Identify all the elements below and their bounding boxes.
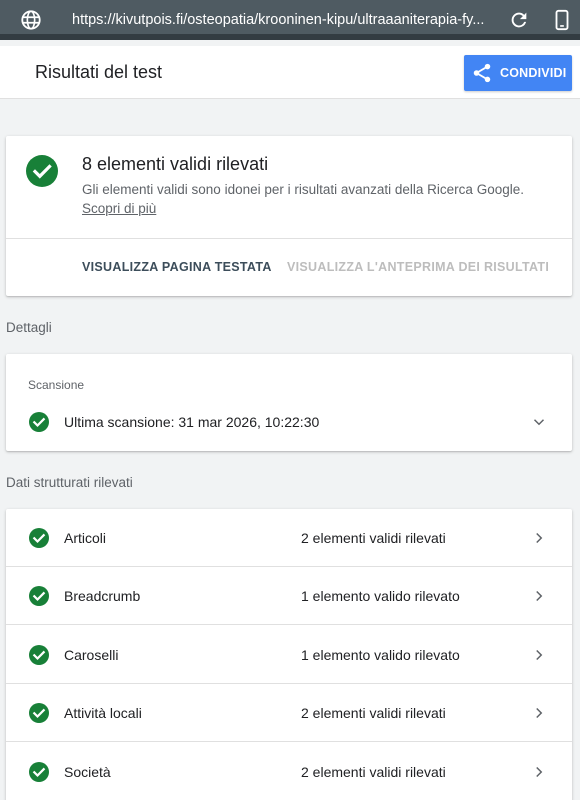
share-button-label: CONDIVIDI [500, 66, 567, 80]
list-item-articoli[interactable]: Articoli 2 elementi validi rilevati [6, 509, 572, 567]
list-item-societa[interactable]: Società 2 elementi validi rilevati [6, 743, 572, 800]
summary-card: 8 elementi validi rilevati Gli elementi … [6, 136, 572, 296]
preview-results-button[interactable]: VISUALIZZA L'ANTEPRIMA DEI RISULTATI [287, 260, 549, 274]
check-circle-icon [29, 528, 49, 548]
list-item-caroselli[interactable]: Caroselli 1 elemento valido rilevato [6, 626, 572, 684]
item-count: 2 elementi validi rilevati [301, 764, 446, 780]
list-item-breadcrumb[interactable]: Breadcrumb 1 elemento valido rilevato [6, 567, 572, 625]
chevron-right-icon [536, 532, 543, 544]
summary-description: Gli elementi validi sono idonei per i ri… [82, 182, 524, 197]
reload-icon[interactable] [508, 9, 530, 31]
check-circle-icon [29, 412, 49, 432]
item-name: Articoli [64, 530, 107, 546]
chevron-right-icon [536, 766, 543, 778]
check-circle-icon [26, 155, 58, 187]
chevron-right-icon [536, 707, 543, 719]
view-tested-page-button[interactable]: VISUALIZZA PAGINA TESTATA [82, 260, 272, 274]
chevron-right-icon [536, 590, 543, 602]
check-circle-icon [29, 762, 49, 782]
check-circle-icon [29, 586, 49, 606]
divider [6, 238, 572, 239]
app-header: Risultati del test CONDIVIDI [0, 46, 580, 99]
toolbar-shadow-strip [0, 34, 580, 40]
mobile-device-icon[interactable] [551, 8, 573, 32]
item-name: Attività locali [64, 705, 142, 721]
globe-icon [21, 10, 41, 30]
check-circle-icon [29, 703, 49, 723]
crawl-label: Scansione [28, 378, 85, 392]
share-button[interactable]: CONDIVIDI [464, 55, 572, 91]
learn-more-link[interactable]: Scopri di più [82, 201, 156, 216]
browser-url-bar: https://kivutpois.fi/osteopatia/kroonine… [0, 0, 580, 40]
list-item-attivita-locali[interactable]: Attività locali 2 elementi validi rileva… [6, 684, 572, 742]
item-name: Società [64, 764, 111, 780]
check-circle-icon [29, 645, 49, 665]
chevron-down-icon[interactable] [530, 413, 548, 431]
last-crawl-text: Ultima scansione: 31 mar 2026, 10:22:30 [64, 414, 320, 430]
summary-headline: 8 elementi validi rilevati [82, 154, 269, 174]
item-count: 1 elemento valido rilevato [301, 588, 460, 604]
item-count: 2 elementi validi rilevati [301, 530, 446, 546]
chevron-right-icon [536, 649, 543, 661]
crawl-card[interactable]: Scansione Ultima scansione: 31 mar 2026,… [6, 354, 572, 451]
item-name: Caroselli [64, 647, 119, 663]
share-icon [473, 63, 491, 83]
structured-data-list: Articoli 2 elementi validi rilevati Brea… [6, 509, 572, 800]
item-count: 2 elementi validi rilevati [301, 705, 446, 721]
details-section-label: Dettagli [6, 320, 52, 335]
page-title: Risultati del test [35, 62, 163, 82]
item-name: Breadcrumb [64, 588, 141, 604]
structured-data-section-label: Dati strutturati rilevati [6, 475, 133, 490]
item-count: 1 elemento valido rilevato [301, 647, 460, 663]
